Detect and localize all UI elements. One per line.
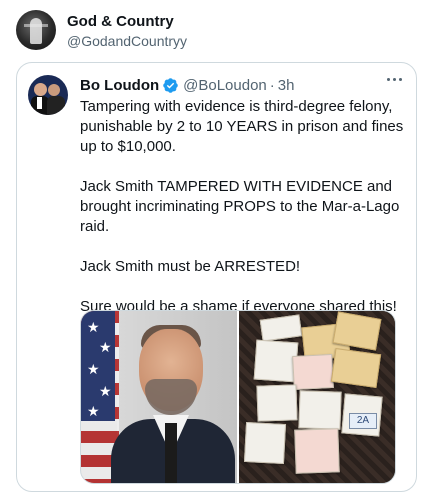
- outer-handle[interactable]: @GodandCountryy: [67, 32, 187, 51]
- evidence-label: 2A: [349, 413, 377, 429]
- tweet-paragraph: Jack Smith must be ARRESTED!: [80, 258, 301, 275]
- tweet-paragraph: Jack Smith TAMPERED WITH EVIDENCE and br…: [80, 178, 400, 235]
- tweet-timestamp[interactable]: 3h: [278, 76, 295, 95]
- tweet-avatar[interactable]: [28, 75, 68, 115]
- more-options-icon[interactable]: [387, 78, 402, 81]
- tweet-separator: ·: [269, 77, 275, 94]
- quote-retweet-header: God & Country @GodandCountryy: [16, 10, 187, 51]
- outer-avatar[interactable]: [16, 10, 56, 50]
- tweet-handle[interactable]: @BoLoudon: [183, 76, 267, 95]
- verified-badge-icon: [163, 78, 178, 93]
- outer-display-name[interactable]: God & Country: [67, 12, 187, 31]
- portrait-photo[interactable]: ★ ★ ★ ★ ★: [81, 311, 237, 483]
- documents-photo[interactable]: 2A: [239, 311, 395, 483]
- tweet-header: Bo Loudon @BoLoudon · 3h: [80, 76, 294, 95]
- tweet-media[interactable]: ★ ★ ★ ★ ★ 2A: [80, 310, 396, 484]
- tweet-body: Tampering with evidence is third-degree …: [80, 97, 410, 337]
- quoted-tweet-card[interactable]: Bo Loudon @BoLoudon · 3h Tampering with …: [16, 62, 417, 492]
- tweet-paragraph: Tampering with evidence is third-degree …: [80, 98, 404, 155]
- tweet-display-name[interactable]: Bo Loudon: [80, 76, 159, 95]
